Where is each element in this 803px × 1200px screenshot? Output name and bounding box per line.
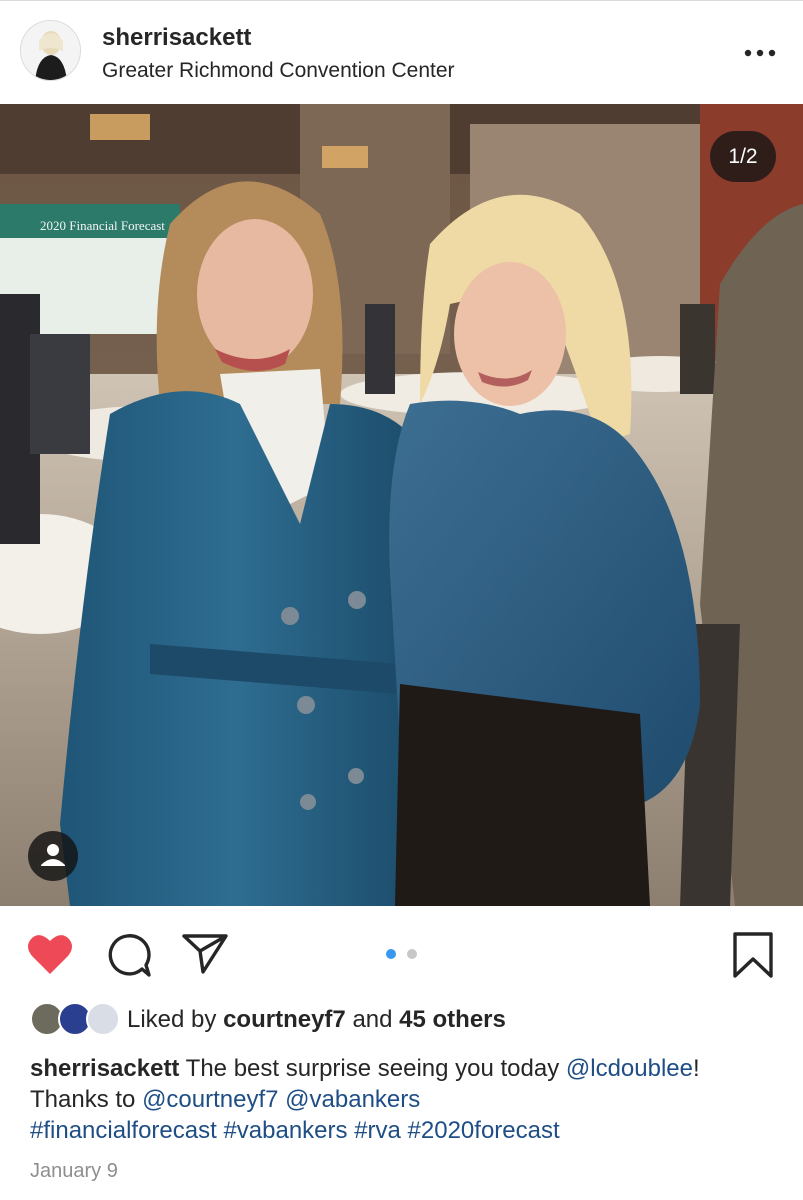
photo-scene: 2020 Financial Forecast	[0, 104, 803, 906]
post-caption: sherrisackett The best surprise seeing y…	[30, 1053, 775, 1146]
carousel-indicator	[386, 949, 418, 959]
likes-row[interactable]: Liked by courtneyf7 and 45 others	[30, 1002, 790, 1038]
avatar[interactable]	[20, 20, 81, 81]
more-options-icon[interactable]	[743, 45, 777, 57]
likes-prefix: Liked by	[127, 1006, 217, 1033]
post-photo[interactable]: 2020 Financial Forecast	[0, 104, 803, 906]
user-tag-icon[interactable]	[28, 831, 78, 881]
post-header: sherrisackett Greater Richmond Conventio…	[0, 0, 803, 104]
mention-link[interactable]: @vabankers	[285, 1086, 420, 1113]
bookmark-icon[interactable]	[733, 932, 773, 978]
caption-username[interactable]: sherrisackett	[30, 1055, 179, 1082]
post-date: January 9	[30, 1160, 118, 1182]
avatar-image	[21, 21, 80, 80]
comment-icon[interactable]	[105, 933, 153, 979]
liker-avatar	[86, 1002, 120, 1036]
post-location[interactable]: Greater Richmond Convention Center	[102, 59, 455, 83]
liked-by-user[interactable]: courtneyf7	[223, 1006, 346, 1033]
likes-and: and	[352, 1006, 393, 1033]
mention-link[interactable]: @courtneyf7	[142, 1086, 278, 1113]
send-icon[interactable]	[181, 933, 229, 975]
caption-text: The best surprise seeing you today	[179, 1055, 566, 1082]
screen-title: 2020 Financial Forecast	[40, 218, 165, 233]
hashtag-links[interactable]: #financialforecast #vabankers #rva #2020…	[30, 1117, 560, 1144]
likes-text: Liked by courtneyf7 and 45 others	[127, 1006, 506, 1034]
post-username[interactable]: sherrisackett	[102, 24, 251, 52]
carousel-dot-active	[386, 949, 396, 959]
photo-counter: 1/2	[710, 131, 776, 182]
likes-others[interactable]: 45 others	[399, 1006, 506, 1033]
mention-link[interactable]: @lcdoublee	[566, 1055, 693, 1082]
heart-icon[interactable]	[26, 932, 74, 976]
carousel-dot	[407, 949, 417, 959]
